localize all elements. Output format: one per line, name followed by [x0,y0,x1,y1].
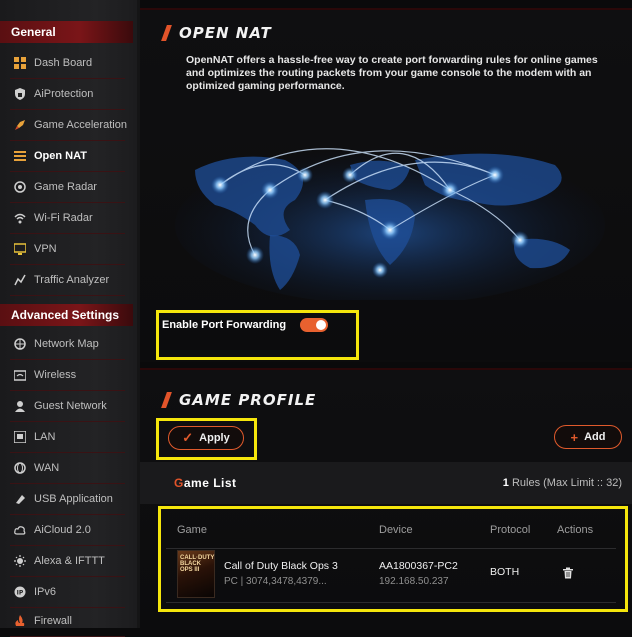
sidebar-item-wifi-radar[interactable]: Wi-Fi Radar [0,204,133,234]
game-thumbnail: CALL·DUTY BLACK OPS III [177,550,215,598]
sidebar-section-general: General [0,21,133,43]
protocol-value: BOTH [490,566,520,578]
table-header-divider [166,548,616,549]
sidebar-item-label: Wi-Fi Radar [34,212,93,224]
sidebar-item-vpn[interactable]: VPN [0,235,133,265]
shield-icon [14,88,26,100]
sidebar-item-guest-network[interactable]: Guest Network [0,392,133,422]
game-list-title-rest: ame List [183,476,237,490]
open-nat-icon [14,150,26,162]
game-thumbnail-caption: CALL·DUTY BLACK OPS III [180,555,215,573]
world-map-illustration [175,130,605,305]
device-name: AA1800367-PC2 [379,560,458,572]
open-nat-title-text: OPEN NAT [179,24,272,42]
vpn-icon [14,243,26,255]
game-table-highlight [158,506,628,612]
wan-icon [14,462,26,474]
column-game: Game [177,524,207,536]
add-button-label: Add [584,431,606,443]
sidebar-item-ipv6[interactable]: IP IPv6 [0,578,133,608]
sidebar-item-firewall[interactable]: Firewall [0,607,133,637]
sidebar-item-label: AiProtection [34,88,94,100]
plus-icon: + [570,429,579,445]
lan-icon [14,431,26,443]
sidebar-item-label: Open NAT [34,150,87,162]
sidebar-item-aiprotection[interactable]: AiProtection [0,80,133,110]
alexa-icon [14,555,26,567]
sidebar-item-game-acceleration[interactable]: Game Acceleration [0,111,133,141]
guest-network-icon [14,400,26,412]
sidebar-item-aicloud[interactable]: AiCloud 2.0 [0,516,133,546]
add-button[interactable]: + Add [554,425,622,449]
sidebar-item-label: USB Application [34,493,113,505]
open-nat-title: OPEN NAT [161,24,272,42]
port-forwarding-toggle[interactable] [300,318,329,332]
game-list-title: Game List [174,476,237,490]
sidebar-item-game-radar[interactable]: Game Radar [0,173,133,203]
ipv6-icon: IP [14,586,26,598]
sidebar-item-label: Dash Board [34,57,93,69]
sidebar-item-lan[interactable]: LAN [0,423,133,453]
wireless-icon [14,369,26,381]
network-map-icon [14,338,26,350]
game-list-header: Game List 1 Rules (Max Limit :: 32) [140,462,632,504]
apply-button[interactable]: ✓ Apply [168,426,244,450]
wifi-radar-icon [14,212,26,224]
rules-count-suffix: Rules (Max Limit :: 32) [511,477,622,489]
dashboard-icon [14,57,26,69]
main-content: OPEN NAT OpenNAT offers a hassle-free wa… [140,0,632,630]
device-ip: 192.168.50.237 [379,576,449,587]
sidebar-item-label: AiCloud 2.0 [34,524,91,536]
game-profile-title-text: GAME PROFILE [179,391,317,409]
sidebar-item-label: Traffic Analyzer [34,274,110,286]
open-nat-description: OpenNAT offers a hassle-free way to crea… [186,54,598,92]
sidebar-item-label: LAN [34,431,56,443]
rules-count-number: 1 [502,477,509,489]
sidebar-item-label: Guest Network [34,400,107,412]
sidebar-item-open-nat[interactable]: Open NAT [0,142,133,172]
sidebar-item-label: Firewall [34,615,72,627]
sidebar-item-label: WAN [34,462,60,474]
sidebar-item-label: Alexa & IFTTT [34,555,105,567]
game-list-title-initial: G [174,476,184,490]
sidebar-item-alexa-ifttt[interactable]: Alexa & IFTTT [0,547,133,577]
rocket-icon [14,119,26,131]
sidebar-item-network-map[interactable]: Network Map [0,330,133,360]
traffic-analyzer-icon [14,274,26,286]
delete-icon[interactable] [562,566,574,579]
enable-port-forwarding-label: Enable Port Forwarding [162,319,287,331]
apply-button-label: Apply [199,432,230,444]
sidebar-item-wan[interactable]: WAN [0,454,133,484]
sidebar-item-label: VPN [34,243,57,255]
sidebar-item-label: Game Acceleration [34,119,127,131]
usb-icon [14,493,26,505]
check-icon: ✓ [182,430,194,445]
sidebar-item-label: Game Radar [34,181,97,193]
toggle-knob [316,320,327,330]
column-actions: Actions [557,524,594,536]
svg-text:IP: IP [17,590,24,597]
column-protocol: Protocol [490,524,531,536]
game-profile-title: GAME PROFILE [161,391,317,409]
sidebar-item-label: IPv6 [34,586,57,598]
sidebar-item-traffic-analyzer[interactable]: Traffic Analyzer [0,266,133,296]
rules-count: 1 Rules (Max Limit :: 32) [503,477,622,489]
table-row-divider [166,602,616,603]
column-device: Device [379,524,413,536]
cloud-icon [14,524,26,536]
sidebar-item-label: Wireless [34,369,77,381]
sidebar-item-dashboard[interactable]: Dash Board [0,49,133,79]
port-forwarding-row: Enable Port Forwarding [162,318,329,332]
sidebar-item-label: Network Map [34,338,99,350]
sidebar-item-usb-application[interactable]: USB Application [0,485,133,515]
game-name: Call of Duty Black Ops 3 [224,560,338,572]
game-platform-ports: PC | 3074,3478,4379... [224,576,327,587]
radar-icon [14,181,26,193]
sidebar: General Dash Board AiProtection Game Acc… [0,0,140,637]
sidebar-item-wireless[interactable]: Wireless [0,361,133,391]
sidebar-section-advanced: Advanced Settings [0,304,133,326]
firewall-icon [14,615,26,627]
